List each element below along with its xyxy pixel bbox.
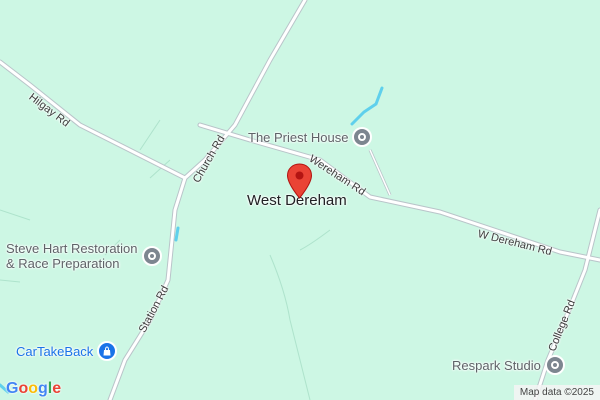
poi-label-line1: Steve Hart Restoration [6,241,138,256]
google-logo[interactable]: Google [6,380,61,398]
poi-label: CarTakeBack [16,343,94,359]
stream [350,86,384,126]
poi-priest-house[interactable]: The Priest House [248,127,373,147]
map-attribution[interactable]: Map data ©2025 [513,385,600,400]
road-hilgay [0,59,188,181]
poi-steve-hart[interactable]: Steve Hart Restoration & Race Preparatio… [6,241,162,271]
business-icon [544,355,565,375]
map-canvas[interactable]: Hilgay Rd Church Rd Wereham Rd W Dereham… [0,0,600,400]
poi-label-block: Steve Hart Restoration & Race Preparatio… [6,241,138,271]
museum-icon [352,127,373,147]
shopping-bag-glyph [103,346,111,356]
poi-label-line2: & Race Preparation [6,256,120,271]
poi-label: The Priest House [248,129,349,145]
poi-respark-studio[interactable]: Respark Studio [452,355,565,375]
location-pin-icon[interactable] [286,163,313,204]
poi-cartakeback[interactable]: CarTakeBack [16,341,118,361]
poi-label: Respark Studio [452,357,541,373]
business-icon [141,246,162,266]
shopping-bag-icon [97,341,118,361]
